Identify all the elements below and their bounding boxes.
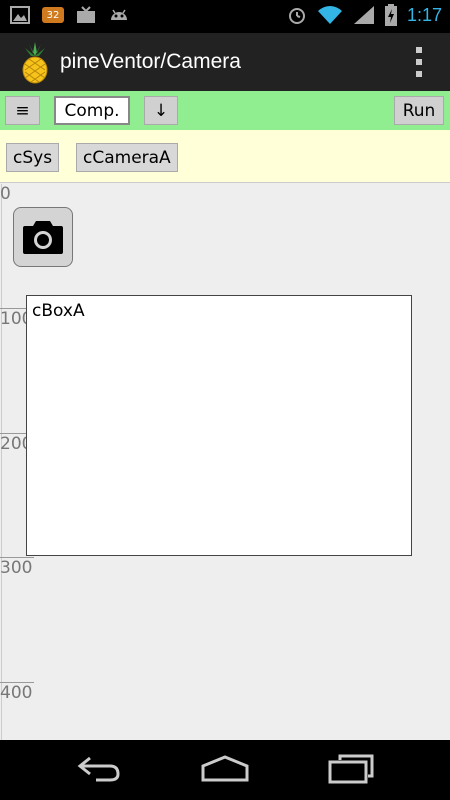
toolbar: ≡ Comp. ↓ Run — [0, 91, 450, 130]
overflow-dot — [416, 71, 422, 77]
design-canvas[interactable]: 0 100 200 300 400 cBoxA — [0, 184, 450, 740]
status-bar: 32 1:17 — [0, 0, 450, 33]
status-left: 32 — [10, 6, 130, 24]
ruler-label-300: 300 — [0, 558, 33, 578]
app-title: pineVentor/Camera — [60, 50, 241, 73]
ruler-label-0: 0 — [0, 184, 11, 204]
box-label: cBoxA — [32, 301, 85, 321]
navigation-bar — [0, 740, 450, 800]
signal-icon — [353, 6, 374, 24]
component-bar: cSys cCameraA — [0, 130, 450, 183]
component-csys-button[interactable]: cSys — [6, 143, 60, 172]
pineapple-logo — [22, 42, 48, 84]
overflow-dot — [416, 59, 422, 65]
battery-icon — [384, 4, 397, 26]
menu-button[interactable]: ≡ — [5, 96, 40, 125]
alarm-icon — [288, 8, 305, 24]
vertical-ruler — [1, 184, 2, 740]
camera-component-button[interactable] — [13, 207, 73, 267]
gallery-icon — [10, 6, 30, 24]
status-clock: 1:17 — [406, 4, 442, 25]
recents-icon[interactable] — [328, 754, 374, 784]
overflow-menu-icon[interactable] — [416, 47, 422, 77]
back-icon[interactable] — [76, 754, 122, 784]
overflow-dot — [416, 47, 422, 53]
home-icon[interactable] — [200, 754, 250, 784]
run-button[interactable]: Run — [394, 96, 444, 125]
down-arrow-button[interactable]: ↓ — [144, 96, 178, 125]
status-right: 1:17 — [287, 4, 442, 26]
android-icon — [111, 9, 127, 20]
wifi-icon — [317, 6, 342, 24]
camera-icon — [23, 221, 63, 254]
ruler-label-400: 400 — [0, 683, 33, 703]
component-ccameraa-button[interactable]: cCameraA — [76, 143, 178, 172]
action-bar: pineVentor/Camera — [0, 33, 450, 91]
tv-icon — [77, 6, 95, 23]
notification-badge: 32 — [42, 7, 64, 23]
box-component[interactable]: cBoxA — [26, 295, 412, 556]
comp-button[interactable]: Comp. — [54, 96, 130, 125]
